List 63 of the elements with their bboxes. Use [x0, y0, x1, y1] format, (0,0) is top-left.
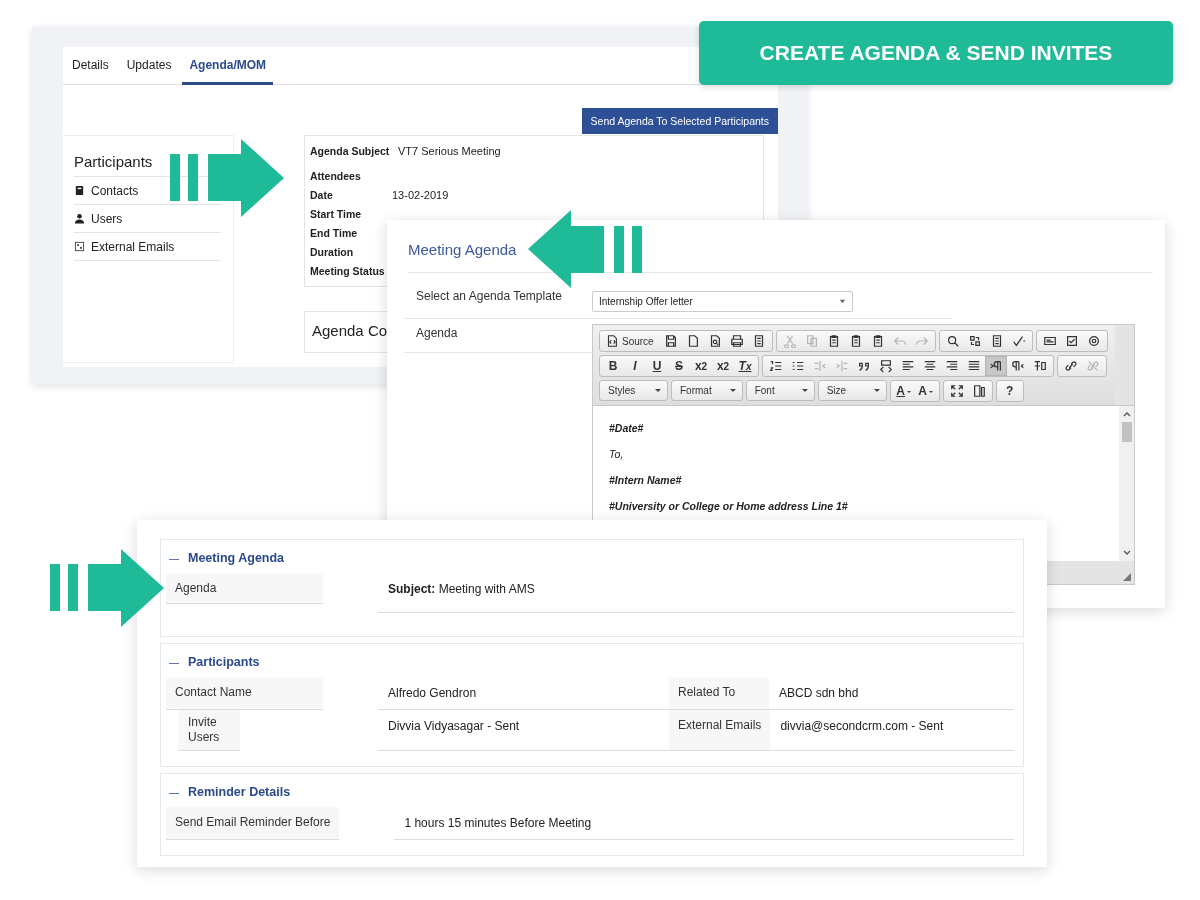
left-arrow-icon — [528, 210, 642, 288]
detail-label: Attendees — [310, 170, 362, 184]
format-button[interactable]: U — [646, 356, 668, 376]
tab[interactable]: Agenda/MOM — [182, 47, 274, 85]
field-value: 1 hours 15 minutes Before Meeting — [394, 807, 1014, 840]
field-value: Subject: Meeting with AMS — [378, 573, 1014, 613]
color-button[interactable]: A — [892, 381, 915, 401]
detail-value: 13-02-2019 — [392, 189, 449, 203]
participant-link[interactable]: Users — [91, 211, 123, 226]
user-icon — [74, 213, 85, 224]
scrollbar[interactable] — [1119, 406, 1134, 561]
email-list-icon — [74, 241, 85, 252]
format-button[interactable]: B — [602, 356, 624, 376]
participant-link[interactable]: External Emails — [91, 239, 175, 254]
caret-icon — [839, 298, 846, 305]
tab[interactable]: Updates — [119, 47, 179, 85]
section-title: Participants — [188, 655, 260, 669]
field-label: Send Email Reminder Before — [166, 807, 340, 840]
collapse-toggle[interactable]: — — [166, 786, 179, 798]
format-dropdown[interactable]: Styles — [599, 380, 668, 401]
resize-handle-icon[interactable] — [1123, 573, 1131, 581]
field-label: External Emails — [669, 710, 771, 751]
collapse-toggle[interactable]: — — [166, 656, 179, 668]
detail-label: Start Time — [310, 208, 363, 222]
field-label: Agenda — [166, 573, 323, 604]
section-title: Reminder Details — [188, 785, 291, 799]
format-dropdown[interactable]: Font — [745, 380, 815, 401]
detail-label: Meeting Status — [310, 265, 386, 279]
tab[interactable]: Details — [65, 47, 116, 85]
field-label: Invite Users — [178, 710, 240, 751]
send-agenda-button[interactable]: Send Agenda To Selected Participants — [581, 108, 778, 134]
format-dropdown[interactable]: Format — [671, 380, 743, 401]
collapse-toggle[interactable]: — — [166, 552, 179, 564]
editor-text-line: #Intern Name# — [609, 474, 683, 488]
right-arrow-icon — [50, 549, 164, 627]
template-dropdown[interactable]: Internship Offer letter — [592, 291, 853, 312]
field-value: Alfredo Gendron — [378, 677, 669, 710]
format-button[interactable]: S — [668, 356, 690, 376]
participant-link[interactable]: Contacts — [91, 183, 139, 198]
format-button[interactable]: I — [624, 356, 646, 376]
field-value: ABCD sdn bhd — [769, 677, 1014, 710]
detail-label: Duration — [310, 246, 355, 260]
editor-text-line: To, — [609, 448, 625, 462]
editor-text-line: #University or College or Home address Line 1# — [609, 500, 849, 514]
detail-label: Date — [310, 189, 334, 203]
field-value: divvia@secondcrm.com - Sent — [770, 710, 1014, 751]
paragraph-icon[interactable] — [985, 356, 1007, 376]
color-button[interactable]: A — [914, 381, 937, 401]
field-label: Related To — [669, 677, 769, 710]
editor-text-line: #Date# — [609, 422, 645, 436]
right-arrow-icon — [170, 139, 284, 217]
section-title: Meeting Agenda — [188, 551, 285, 565]
field-label: Select an Agenda Template — [415, 288, 563, 305]
headline-banner: CREATE AGENDA & SEND INVITES — [699, 21, 1173, 85]
code-page-icon — [605, 334, 619, 348]
book-icon — [74, 185, 85, 196]
detail-label: Agenda Subject — [310, 145, 391, 159]
scroll-thumb[interactable] — [1121, 422, 1132, 442]
detail-value: VT7 Serious Meeting — [398, 145, 501, 159]
agenda-content-title: Agenda Co — [312, 322, 388, 339]
format-dropdown[interactable]: Size — [817, 380, 887, 401]
detail-label: End Time — [310, 227, 359, 241]
field-label: Contact Name — [166, 677, 323, 710]
